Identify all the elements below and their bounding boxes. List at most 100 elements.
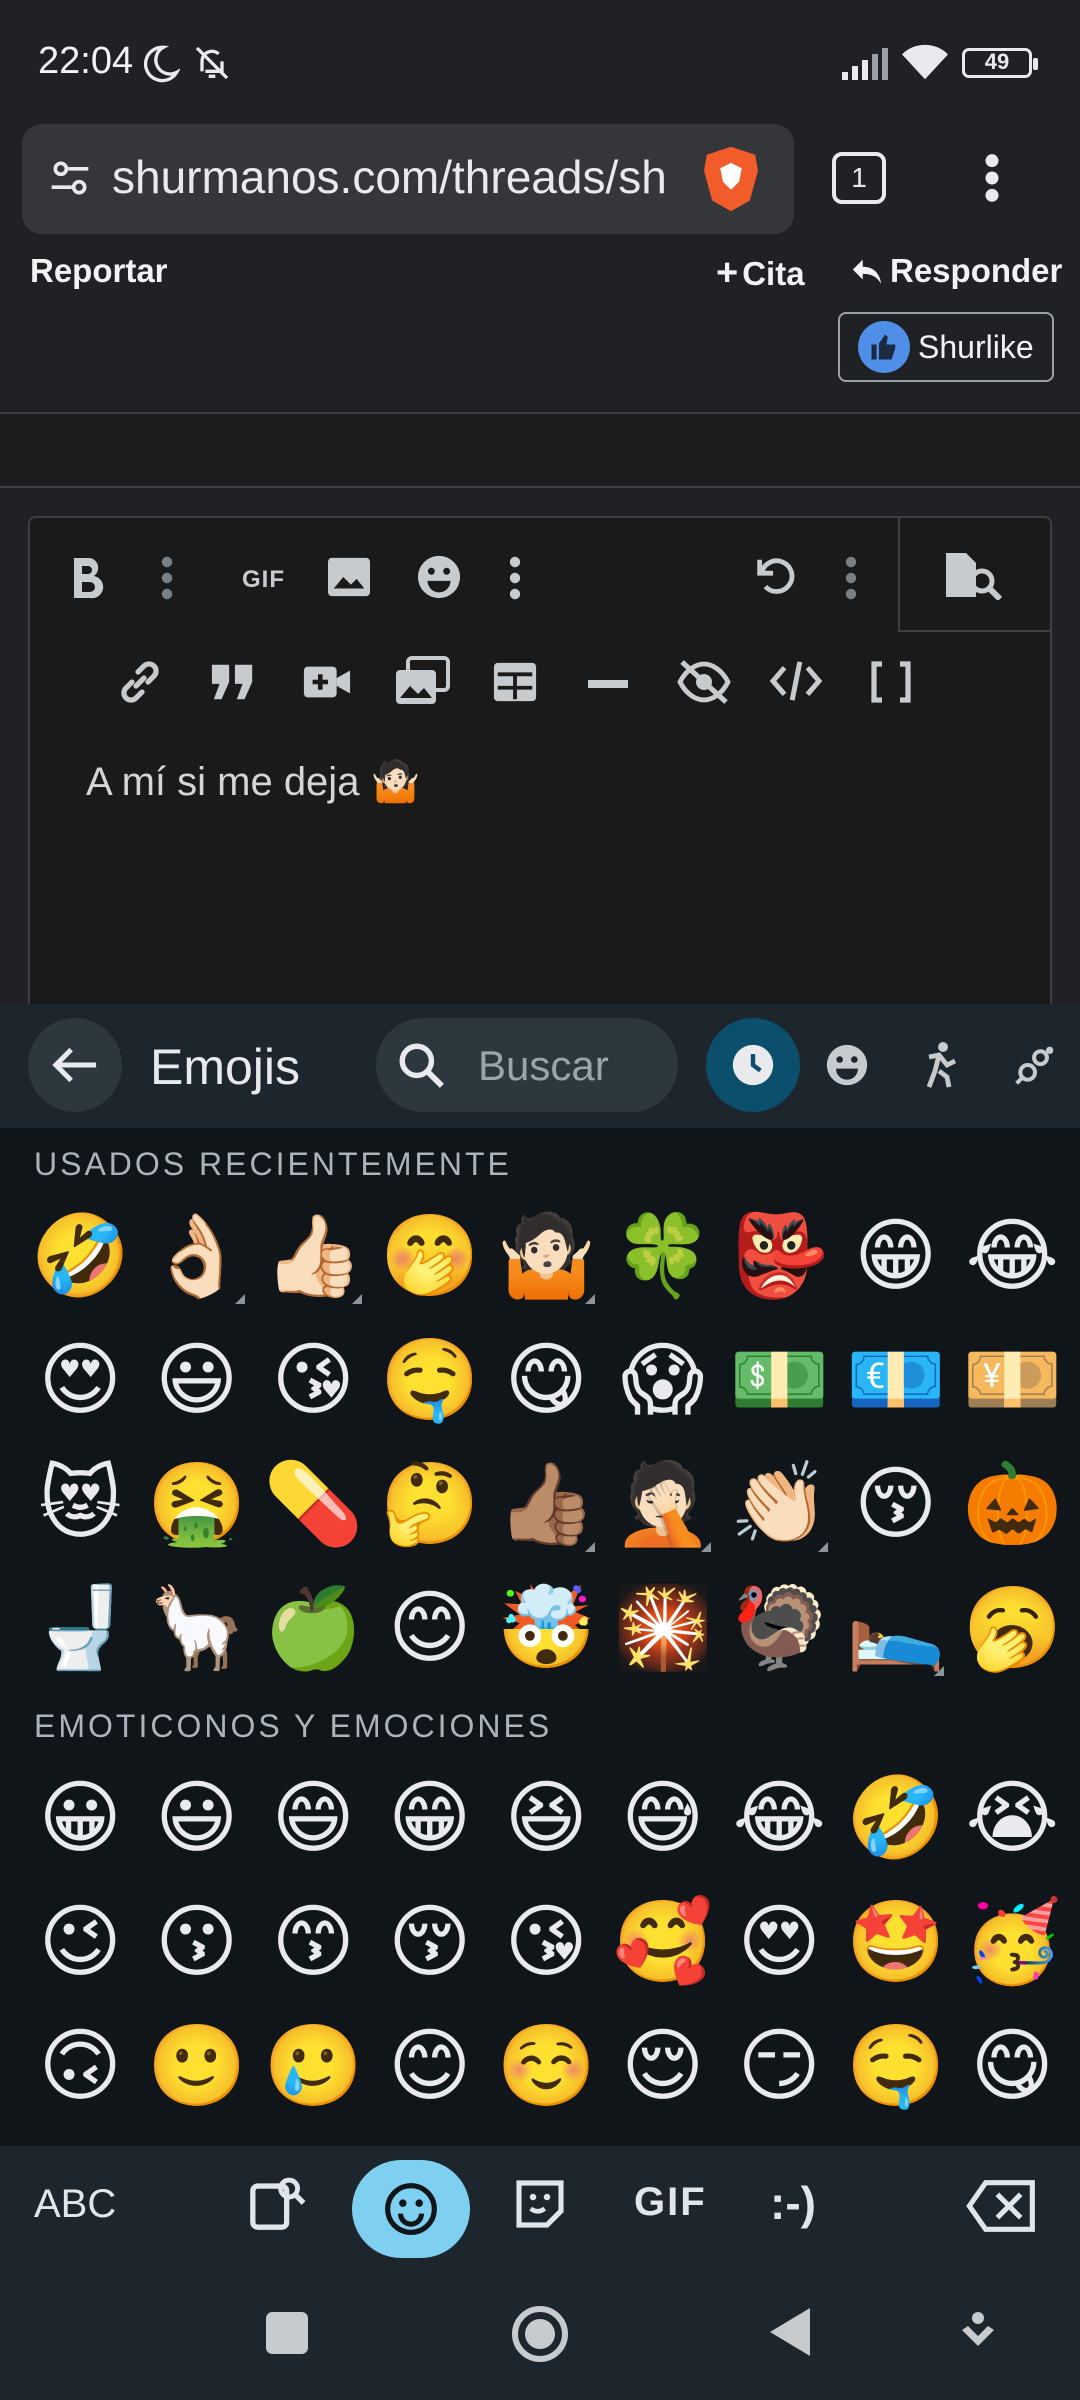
emoji-key[interactable]: 😘 <box>255 1318 372 1442</box>
emoji-key[interactable]: 😏 <box>721 2004 838 2128</box>
more-menu-icon[interactable] <box>980 152 1004 204</box>
emoji-key[interactable]: 🎃 <box>954 1442 1071 1566</box>
emoji-key[interactable]: 🥱 <box>954 1566 1071 1690</box>
emoji-key[interactable]: 😘 <box>488 1880 605 2004</box>
emoji-key[interactable]: 😍 <box>721 1880 838 2004</box>
emoji-key[interactable]: 😂 <box>954 1194 1071 1318</box>
back-triangle-icon[interactable] <box>770 2308 810 2356</box>
editor-content[interactable]: A mí si me deja 🤷🏻 <box>86 758 420 805</box>
emoji-key[interactable]: 🤣 <box>22 1194 139 1318</box>
bold-icon[interactable] <box>70 556 106 600</box>
emoji-keyboard-button[interactable] <box>352 2160 470 2258</box>
emoji-key[interactable]: 🥰 <box>605 1880 722 2004</box>
reply-editor[interactable]: GIF A mí si me deja 🤷🏻 <box>28 516 1052 1016</box>
undo-icon[interactable] <box>752 554 798 600</box>
more-options-icon[interactable] <box>844 556 858 600</box>
backspace-icon[interactable] <box>966 2178 1038 2234</box>
smiley-icon[interactable] <box>416 554 462 600</box>
emoji-key[interactable]: 😁 <box>838 1194 955 1318</box>
emoji-key[interactable]: 😋 <box>488 1318 605 1442</box>
emoji-key[interactable]: 😍 <box>22 1318 139 1442</box>
emoji-key[interactable]: 🥲 <box>255 2004 372 2128</box>
emoji-key[interactable]: 🤷🏻 <box>488 1194 605 1318</box>
emoji-key[interactable]: 🎇 <box>605 1566 722 1690</box>
emoji-key[interactable]: 😚 <box>372 1880 489 2004</box>
emoji-key[interactable]: 😊 <box>372 1566 489 1690</box>
emoji-key[interactable]: 💊 <box>255 1442 372 1566</box>
preview-button[interactable] <box>898 518 1050 632</box>
emoji-key[interactable]: 🤭 <box>372 1194 489 1318</box>
clipboard-search-icon[interactable] <box>248 2174 306 2232</box>
emoji-key[interactable]: 😻 <box>22 1442 139 1566</box>
emoji-key[interactable]: ☺️ <box>488 2004 605 2128</box>
emoji-search[interactable]: Buscar <box>376 1018 678 1112</box>
emoji-key[interactable]: 😊 <box>372 2004 489 2128</box>
emoji-key[interactable]: 🦙 <box>139 1566 256 1690</box>
emoji-key[interactable]: 🚽 <box>22 1566 139 1690</box>
table-icon[interactable] <box>492 660 538 704</box>
people-category-button[interactable] <box>894 1018 988 1112</box>
link-icon[interactable] <box>116 658 164 706</box>
emoji-key[interactable]: 🥳 <box>954 1880 1071 2004</box>
emoji-key[interactable]: 😚 <box>838 1442 955 1566</box>
hide-keyboard-icon[interactable] <box>958 2310 998 2354</box>
emoticon-button[interactable]: :-) <box>770 2176 816 2230</box>
url-text[interactable]: shurmanos.com/threads/sh <box>112 150 692 210</box>
smileys-category-button[interactable] <box>800 1018 894 1112</box>
quote-icon[interactable] <box>210 660 256 704</box>
emoji-key[interactable]: 🍀 <box>605 1194 722 1318</box>
report-link[interactable]: Reportar <box>30 252 168 290</box>
more-insert-icon[interactable] <box>508 556 522 600</box>
emoji-key[interactable]: 😭 <box>954 1756 1071 1880</box>
shurlike-button[interactable]: Shurlike <box>838 312 1054 382</box>
emoji-key[interactable]: 😋 <box>954 2004 1071 2128</box>
emoji-key[interactable]: 😃 <box>139 1756 256 1880</box>
emoji-key[interactable]: 🍏 <box>255 1566 372 1690</box>
back-button[interactable] <box>28 1018 122 1112</box>
reply-button[interactable]: Responder <box>850 252 1062 290</box>
image-icon[interactable] <box>326 556 372 598</box>
horizontal-rule-icon[interactable] <box>588 680 628 688</box>
emoji-key[interactable]: 😱 <box>605 1318 722 1442</box>
emoji-key[interactable]: 😌 <box>605 2004 722 2128</box>
emoji-key[interactable]: 🛌 <box>838 1566 955 1690</box>
emoji-key[interactable]: 👌🏻 <box>139 1194 256 1318</box>
brave-shields-icon[interactable] <box>698 144 764 214</box>
emoji-key[interactable]: 🤣 <box>838 1756 955 1880</box>
more-format-icon[interactable] <box>160 556 174 600</box>
media-icon[interactable] <box>302 660 352 704</box>
emoji-key[interactable]: 💴 <box>954 1318 1071 1442</box>
emoji-key[interactable]: 😁 <box>372 1756 489 1880</box>
gallery-icon[interactable] <box>394 656 450 706</box>
gif-insert-button[interactable]: GIF <box>242 566 285 594</box>
emoji-key[interactable]: 🤤 <box>838 2004 955 2128</box>
tab-switcher-button[interactable]: 1 <box>832 152 886 204</box>
bbcode-brackets-icon[interactable] <box>870 660 912 704</box>
emoji-key[interactable]: 👍🏻 <box>255 1194 372 1318</box>
quote-button[interactable]: + Cita <box>716 252 805 295</box>
nature-category-button[interactable] <box>988 1018 1080 1112</box>
recents-square-icon[interactable] <box>266 2312 308 2354</box>
spoiler-eye-off-icon[interactable] <box>676 658 732 706</box>
emoji-key[interactable]: 🤤 <box>372 1318 489 1442</box>
emoji-key[interactable]: 😙 <box>255 1880 372 2004</box>
emoji-key[interactable]: 😆 <box>488 1756 605 1880</box>
emoji-key[interactable]: 😀 <box>22 1756 139 1880</box>
emoji-key[interactable]: 😅 <box>605 1756 722 1880</box>
emoji-key[interactable]: 🤔 <box>372 1442 489 1566</box>
emoji-key[interactable]: 💶 <box>838 1318 955 1442</box>
emoji-key[interactable]: 👺 <box>721 1194 838 1318</box>
emoji-key[interactable]: 🦃 <box>721 1566 838 1690</box>
emoji-key[interactable]: 👏🏻 <box>721 1442 838 1566</box>
emoji-key[interactable]: 🤮 <box>139 1442 256 1566</box>
emoji-key[interactable]: 🙃 <box>22 2004 139 2128</box>
recent-category-button[interactable] <box>706 1018 800 1112</box>
home-circle-icon[interactable] <box>510 2304 570 2364</box>
code-icon[interactable] <box>768 658 824 704</box>
site-settings-icon[interactable] <box>48 156 92 200</box>
emoji-key[interactable]: 👍🏽 <box>488 1442 605 1566</box>
emoji-key[interactable]: 😂 <box>721 1756 838 1880</box>
address-bar[interactable]: shurmanos.com/threads/sh <box>22 124 794 234</box>
emoji-key[interactable]: 🤦🏻 <box>605 1442 722 1566</box>
emoji-key[interactable]: 😄 <box>255 1756 372 1880</box>
